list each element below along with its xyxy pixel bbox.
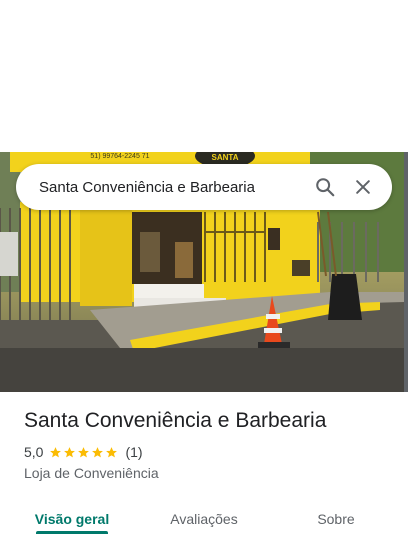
star-icon [50, 446, 62, 457]
rating-value: 5,0 [24, 444, 44, 460]
tab-reviews[interactable]: Avaliações [144, 494, 264, 544]
tab-about-label: Sobre [317, 511, 355, 527]
place-category: Loja de Conveniência [24, 465, 159, 481]
active-tab-indicator [36, 531, 108, 534]
star-icon [64, 446, 76, 457]
search-bar[interactable]: Santa Conveniência e Barbearia [16, 164, 392, 210]
close-button[interactable] [344, 168, 382, 206]
search-icon [316, 178, 335, 197]
tab-overview[interactable]: Visão geral [0, 494, 144, 544]
place-title: Santa Conveniência e Barbearia [24, 409, 327, 432]
star-icon [92, 446, 104, 457]
rating-row[interactable]: 5,0 (1) [24, 444, 143, 460]
photo-scroll-edge [404, 152, 408, 392]
sign-brand-text: SANTA [212, 153, 239, 162]
place-tabs: Visão geral Avaliações Sobre [0, 494, 408, 544]
search-input[interactable]: Santa Conveniência e Barbearia [39, 179, 306, 196]
tab-about[interactable]: Sobre [264, 494, 408, 544]
tab-reviews-label: Avaliações [170, 511, 238, 527]
close-icon [356, 180, 370, 194]
sign-phone-text: 51) 99764-2245 71 [90, 153, 149, 160]
star-icon [106, 446, 118, 457]
review-count[interactable]: (1) [125, 444, 142, 460]
star-rating [49, 446, 119, 459]
search-button[interactable] [306, 168, 344, 206]
star-icon [78, 446, 90, 457]
tab-overview-label: Visão geral [34, 511, 110, 527]
